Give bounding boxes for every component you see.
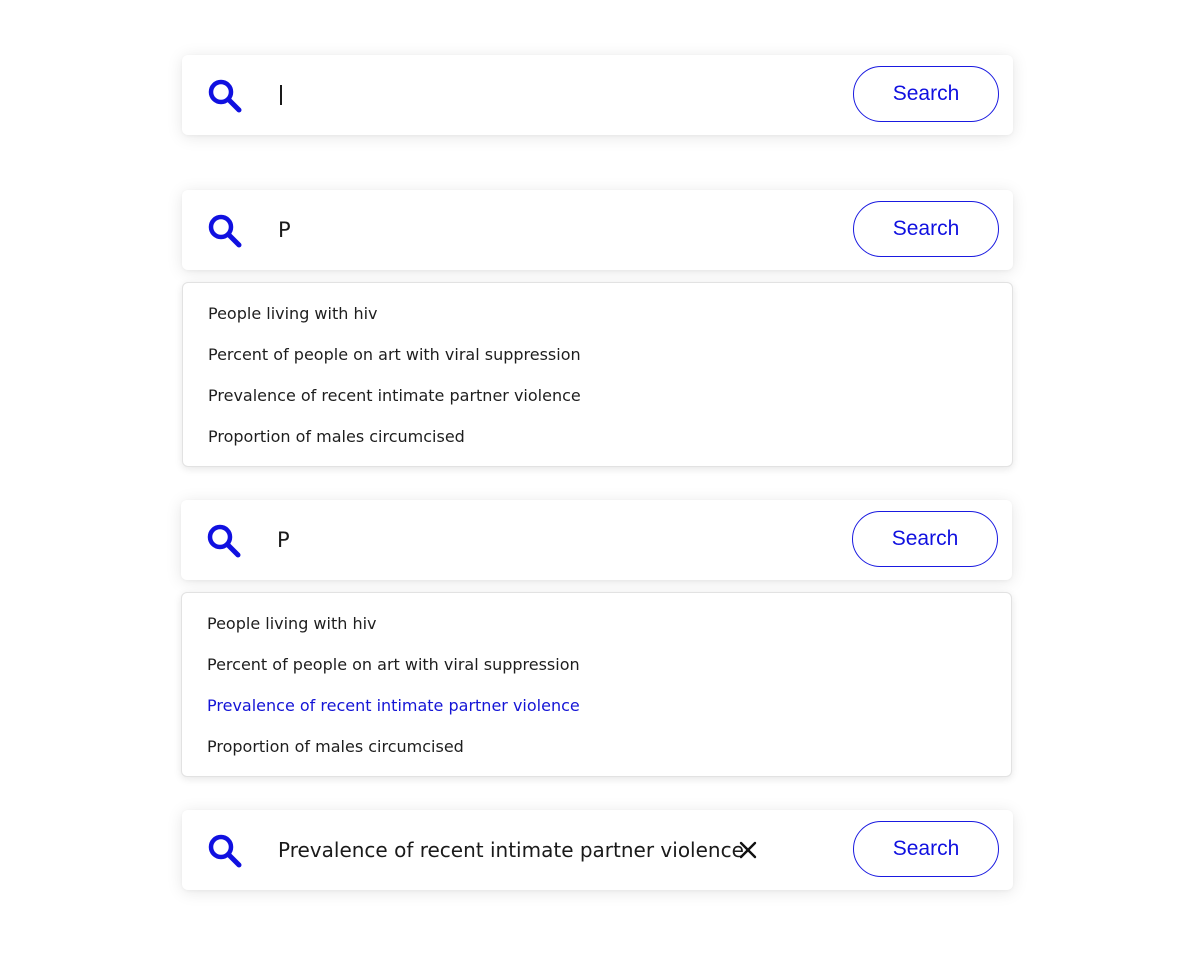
search-bar-hover: P Search: [181, 500, 1012, 580]
close-icon[interactable]: [739, 841, 757, 859]
search-input[interactable]: P: [277, 500, 290, 580]
search-states-showcase: Search P Search People living with hiv P…: [0, 0, 1193, 961]
suggestion-item[interactable]: People living with hiv: [207, 612, 377, 636]
search-bar-empty: Search: [182, 55, 1013, 135]
search-button[interactable]: Search: [853, 201, 999, 257]
search-icon[interactable]: [206, 523, 242, 559]
suggestion-item[interactable]: Percent of people on art with viral supp…: [207, 653, 580, 677]
search-input[interactable]: Prevalence of recent intimate partner vi…: [278, 810, 744, 890]
search-button[interactable]: Search: [853, 821, 999, 877]
suggestion-dropdown: People living with hiv Percent of people…: [181, 592, 1012, 777]
suggestion-item[interactable]: Proportion of males circumcised: [207, 735, 464, 759]
search-icon[interactable]: [207, 833, 243, 869]
suggestion-item[interactable]: Prevalence of recent intimate partner vi…: [208, 384, 581, 408]
search-icon[interactable]: [207, 78, 243, 114]
suggestion-item[interactable]: Proportion of males circumcised: [208, 425, 465, 449]
suggestion-item[interactable]: Percent of people on art with viral supp…: [208, 343, 581, 367]
search-icon[interactable]: [207, 213, 243, 249]
search-input[interactable]: P: [278, 190, 291, 270]
search-button[interactable]: Search: [852, 511, 998, 567]
search-bar-selected: Prevalence of recent intimate partner vi…: [182, 810, 1013, 890]
search-button[interactable]: Search: [853, 66, 999, 122]
text-caret[interactable]: [280, 85, 282, 105]
suggestion-dropdown: People living with hiv Percent of people…: [182, 282, 1013, 467]
suggestion-item[interactable]: People living with hiv: [208, 302, 378, 326]
suggestion-item-highlighted[interactable]: Prevalence of recent intimate partner vi…: [207, 694, 580, 718]
search-bar-typing: P Search: [182, 190, 1013, 270]
